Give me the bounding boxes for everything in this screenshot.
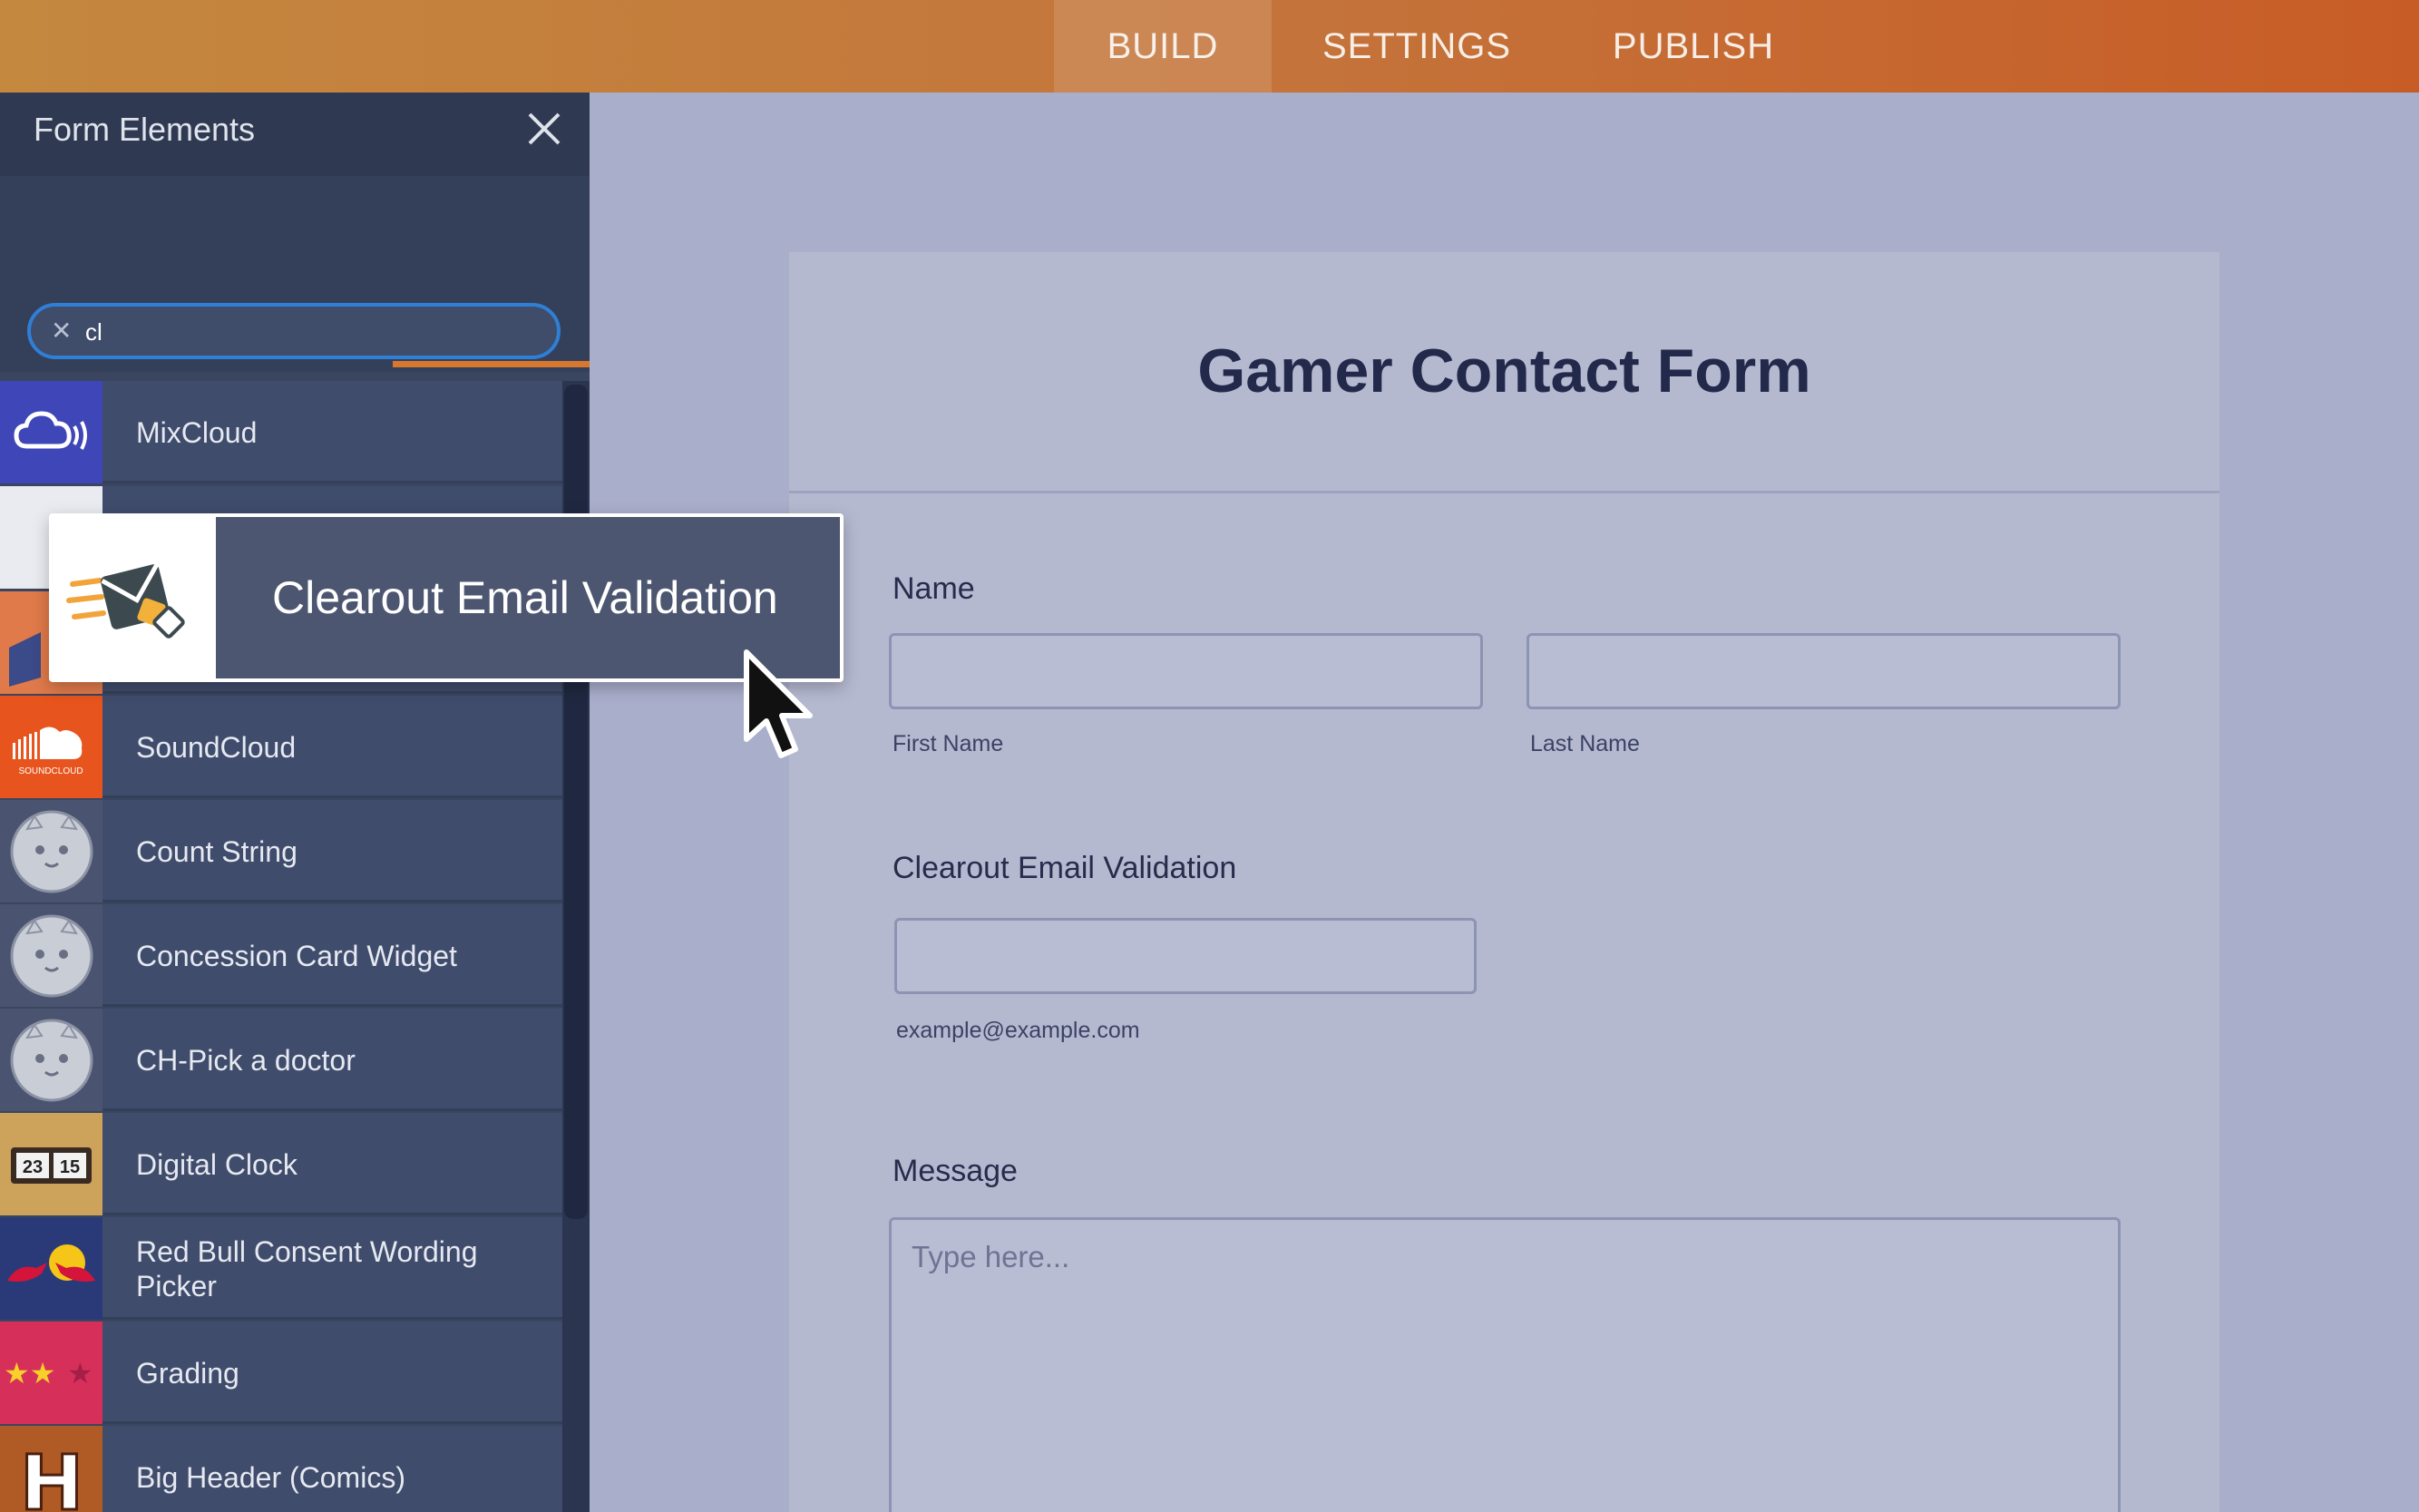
first-name-sublabel: First Name <box>892 731 1004 756</box>
message-textarea[interactable]: Type here... <box>889 1217 2121 1512</box>
name-label: Name <box>892 571 975 606</box>
list-item[interactable]: MixCloud <box>0 381 562 483</box>
soundcloud-icon: SOUNDCLOUD <box>0 696 102 798</box>
message-placeholder: Type here... <box>912 1240 1070 1273</box>
form-title: Gamer Contact Form <box>1197 337 1811 405</box>
cat-avatar-icon <box>0 1009 102 1111</box>
last-name-input[interactable] <box>1527 633 2121 709</box>
list-item[interactable]: 23 15 Digital Clock <box>0 1113 562 1215</box>
item-label: CH-Pick a doctor <box>136 1043 356 1077</box>
form-canvas: Gamer Contact Form Name First Name Last … <box>789 252 2219 1512</box>
clearout-email-icon <box>53 517 216 678</box>
list-item[interactable]: H Big Header (Comics) <box>0 1426 562 1512</box>
form-header: Gamer Contact Form <box>789 252 2219 493</box>
email-input[interactable] <box>894 918 1477 994</box>
mouse-cursor-icon <box>744 649 813 758</box>
tab-publish[interactable]: PUBLISH <box>1578 0 1809 93</box>
cat-avatar-icon <box>0 904 102 1007</box>
item-label: Count String <box>136 834 297 868</box>
digital-clock-icon: 23 15 <box>0 1113 102 1215</box>
last-name-sublabel: Last Name <box>1530 731 1640 756</box>
widget-list-area: MixCloud SOUNDCLOUD SoundCloud Count Str… <box>0 93 590 1512</box>
svg-text:23: 23 <box>23 1157 43 1177</box>
list-item[interactable]: SOUNDCLOUD SoundCloud <box>0 696 562 798</box>
mixcloud-icon <box>0 381 102 483</box>
dragged-widget-card[interactable]: Clearout Email Validation <box>49 513 844 682</box>
list-item[interactable]: Red Bull Consent Wording Picker <box>0 1217 562 1320</box>
svg-text:★: ★ <box>67 1356 93 1390</box>
dragged-widget-label: Clearout Email Validation <box>272 572 778 623</box>
list-item[interactable]: Concession Card Widget <box>0 904 562 1007</box>
item-label: SoundCloud <box>136 730 297 764</box>
scrollbar-thumb[interactable] <box>564 385 588 1219</box>
item-label: Grading <box>136 1356 239 1390</box>
list-item[interactable]: Count String <box>0 800 562 902</box>
svg-text:SOUNDCLOUD: SOUNDCLOUD <box>18 766 83 776</box>
item-label: MixCloud <box>136 415 258 449</box>
svg-text:15: 15 <box>60 1157 80 1177</box>
red-bull-icon <box>0 1217 102 1320</box>
stars-icon: ★★ ★ <box>0 1322 102 1424</box>
tab-build[interactable]: BUILD <box>1054 0 1272 93</box>
first-name-input[interactable] <box>889 633 1483 709</box>
cat-avatar-icon <box>0 800 102 902</box>
item-label: Concession Card Widget <box>136 939 457 972</box>
item-label: Big Header (Comics) <box>136 1460 405 1494</box>
comic-h-icon: H <box>0 1426 102 1512</box>
list-item[interactable]: ★★ ★ Grading <box>0 1322 562 1424</box>
tab-settings[interactable]: SETTINGS <box>1297 0 1536 93</box>
svg-text:★★: ★★ <box>4 1356 55 1390</box>
top-bar: BUILD SETTINGS PUBLISH <box>0 0 2419 93</box>
email-hint: example@example.com <box>896 1018 1140 1043</box>
message-label: Message <box>892 1154 1018 1188</box>
item-label: Digital Clock <box>136 1147 297 1181</box>
email-validation-label: Clearout Email Validation <box>892 851 1237 885</box>
item-label: Red Bull Consent Wording Picker <box>136 1234 478 1302</box>
svg-text:H: H <box>20 1439 83 1512</box>
list-item[interactable]: CH-Pick a doctor <box>0 1009 562 1111</box>
